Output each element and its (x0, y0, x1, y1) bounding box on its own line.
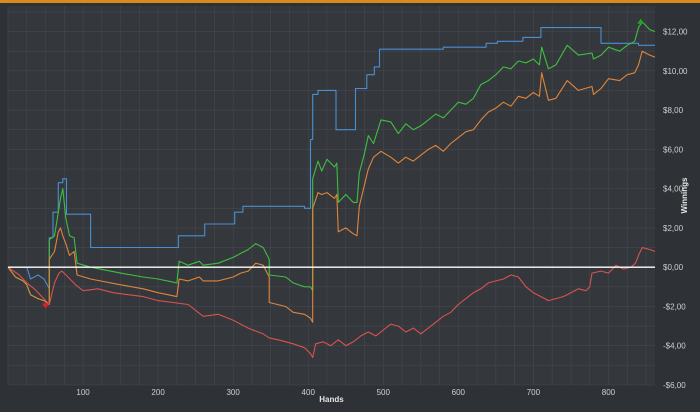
x-tick-label: 100 (76, 388, 90, 397)
y-tick-label: -$4,00 (663, 342, 686, 351)
y-axis-title: Winnings (680, 177, 689, 213)
y-tick-label: $12,00 (663, 28, 688, 37)
x-tick-label: 500 (377, 388, 391, 397)
top-accent-bar (0, 0, 700, 3)
y-tick-label: $0,00 (663, 263, 684, 272)
chart-svg: $12,00$10,00$8,00$6,00$4,00$2,00$0,00-$2… (7, 6, 689, 404)
y-tick-label: -$2,00 (663, 302, 686, 311)
x-axis-ticks: 100 200 300 400 500 600 700 800 (76, 388, 615, 397)
x-tick-label: 200 (151, 388, 165, 397)
y-tick-label: $2,00 (663, 224, 684, 233)
y-tick-label: $6,00 (663, 145, 684, 154)
y-tick-label: -$6,00 (663, 381, 686, 390)
x-tick-label: 400 (302, 388, 316, 397)
x-tick-label: 700 (527, 388, 541, 397)
x-axis-title: Hands (319, 395, 344, 404)
y-tick-label: $8,00 (663, 106, 684, 115)
x-tick-label: 800 (602, 388, 616, 397)
y-tick-label: $10,00 (663, 67, 688, 76)
winnings-chart: $12,00 $10,00 $8,00 $6,00 $4,00 $2,00 $0,00 -$2… (0, 0, 700, 407)
x-tick-label: 600 (452, 388, 466, 397)
x-tick-label: 300 (226, 388, 240, 397)
